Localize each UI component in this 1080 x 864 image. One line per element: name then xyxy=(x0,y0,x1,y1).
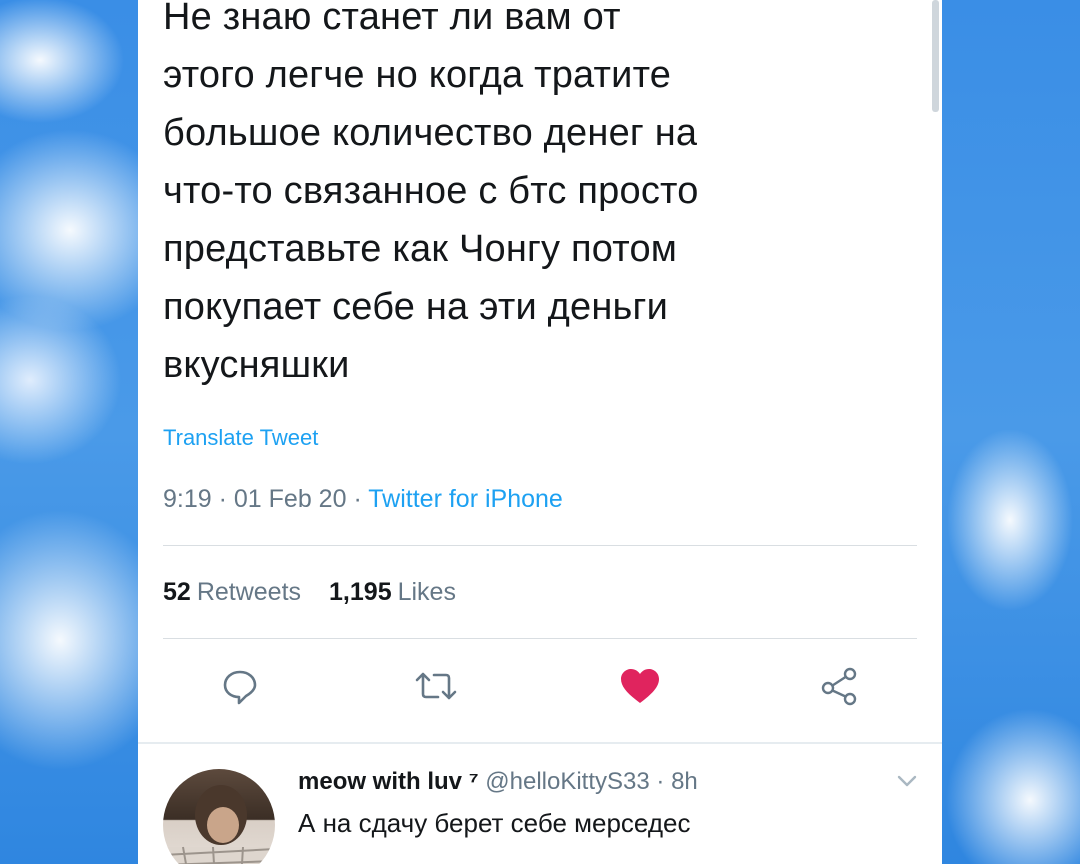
translate-tweet-link[interactable]: Translate Tweet xyxy=(163,425,318,451)
share-icon xyxy=(821,667,857,706)
tweet-time: 9:19 xyxy=(163,485,212,513)
scrollbar[interactable] xyxy=(932,0,939,112)
reply-text: А на сдачу берет себе мерседес xyxy=(298,808,691,838)
likes-stat[interactable]: 1,195 Likes xyxy=(329,578,456,607)
avatar[interactable] xyxy=(163,769,275,864)
reply-author-badge: ⁷ xyxy=(468,768,479,795)
tweet-client-link[interactable]: Twitter for iPhone xyxy=(368,485,563,513)
meta-separator: · xyxy=(218,485,227,513)
likes-count: 1,195 xyxy=(329,578,392,606)
retweets-label: Retweets xyxy=(196,578,302,606)
chevron-down-icon xyxy=(897,775,917,787)
retweets-count: 52 xyxy=(163,578,191,606)
divider xyxy=(163,545,917,546)
likes-label: Likes xyxy=(397,578,456,606)
meta-separator: · xyxy=(353,485,362,513)
reply-menu-button[interactable] xyxy=(896,774,918,793)
tweet-date: 01 Feb 20 xyxy=(233,485,347,513)
reply-tweet[interactable]: meow with luv ⁷ @helloKittyS33 · 8h А на… xyxy=(138,744,942,864)
retweets-stat[interactable]: 52 Retweets xyxy=(163,578,301,607)
reply-time: 8h xyxy=(671,768,698,795)
tweet-meta: 9:19 · 01 Feb 20 · Twitter for iPhone xyxy=(163,485,563,514)
tweet-text: Не знаю станет ли вам от этого легче но … xyxy=(163,0,699,386)
retweet-button[interactable] xyxy=(410,660,462,712)
tweet-actions xyxy=(138,660,942,720)
reply-header: meow with luv ⁷ @helloKittyS33 · 8h xyxy=(298,768,698,796)
share-button[interactable] xyxy=(814,660,866,712)
reply-button[interactable] xyxy=(214,660,266,712)
tweet-stats: 52 Retweets 1,195 Likes xyxy=(163,578,456,607)
reply-author-name[interactable]: meow with luv xyxy=(298,768,462,795)
divider xyxy=(163,638,917,639)
reply-author-handle[interactable]: @helloKittyS33 xyxy=(485,768,649,795)
meta-separator: · xyxy=(656,768,665,795)
heart-filled-icon xyxy=(621,669,659,703)
tweet-card: Не знаю станет ли вам от этого легче но … xyxy=(138,0,942,864)
like-button[interactable] xyxy=(614,660,666,712)
retweet-icon xyxy=(415,672,457,700)
comment-icon xyxy=(223,670,257,705)
